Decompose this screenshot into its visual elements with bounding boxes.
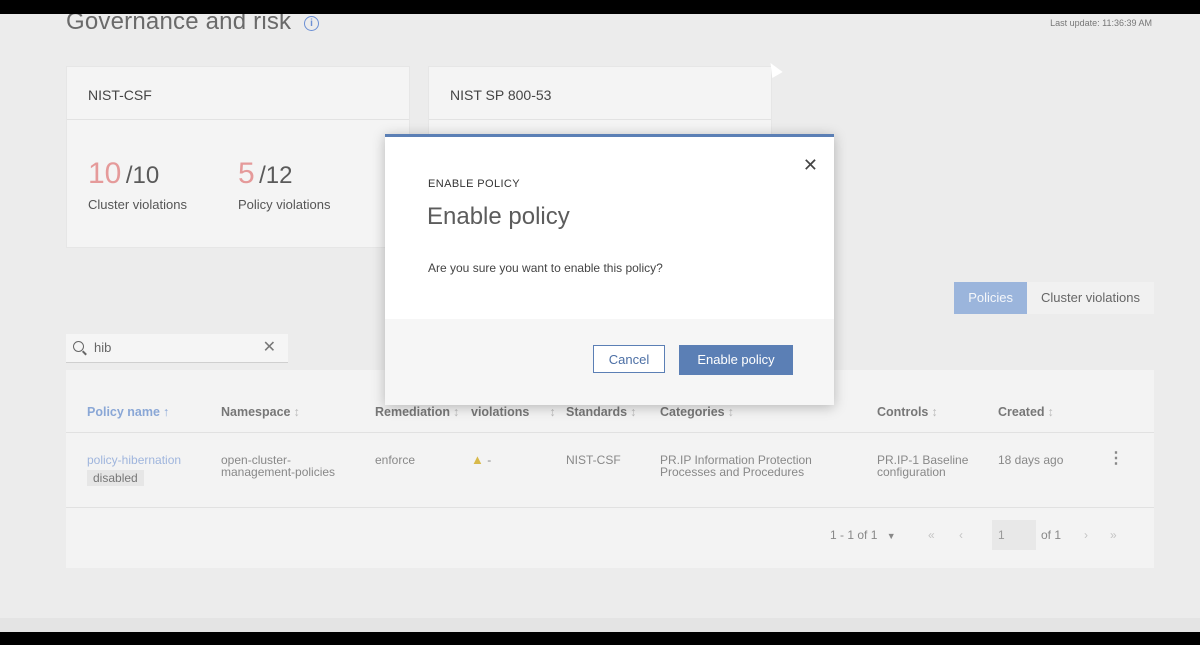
stat-cluster-violations[interactable]: 10 /10 Cluster violations [88,157,187,212]
cell-controls: PR.IP-1 Baseline configuration [877,453,969,479]
table-row-policy: policy-hibernation disabled [87,454,181,486]
kebab-menu-icon[interactable]: ⋮ [1108,448,1124,468]
enable-policy-button[interactable]: Enable policy [679,345,793,375]
col-label: Controls [877,405,929,419]
tab-policies[interactable]: Policies [954,282,1027,314]
tab-cluster-violations[interactable]: Cluster violations [1027,282,1154,314]
stat-den: /12 [259,162,293,189]
col-label: Remediation [375,405,451,419]
cell-categories: PR.IP Information Protection Processes a… [660,453,812,479]
cell-created: 18 days ago [998,453,1064,467]
card-title: NIST-CSF [67,67,409,120]
modal-body: Are you sure you want to enable this pol… [428,261,663,275]
col-label: Namespace [221,405,291,419]
cell-standards: NIST-CSF [566,453,621,467]
col-created[interactable]: Created ↕ [998,405,1054,419]
modal-eyebrow: ENABLE POLICY [428,178,521,190]
prev-page-icon[interactable]: ‹ [959,528,963,542]
caret-down-icon: ▼ [886,531,896,541]
policy-link[interactable]: policy-hibernation [87,454,181,466]
col-label: Policy name [87,405,160,419]
col-violations[interactable]: violations ↕ [471,405,556,419]
enable-policy-modal: ✕ ENABLE POLICY Enable policy Are you su… [385,134,834,405]
last-update: Last update: 11:36:39 AM [1050,18,1152,28]
stat-num: 5 [238,157,255,190]
cell-violations: ▲ - [471,452,492,467]
view-tabs: Policies Cluster violations [954,282,1154,314]
divider [66,507,1154,508]
cell-namespace: open-cluster-management-policies [221,453,336,479]
stat-den: /10 [125,162,160,189]
stat-policy-violations[interactable]: 5 /12 Policy violations [238,157,331,212]
modal-title: Enable policy [427,203,570,230]
col-namespace[interactable]: Namespace ↕ [221,405,300,419]
stat-label: Policy violations [238,197,331,212]
next-page-icon[interactable]: › [1084,528,1088,542]
info-icon[interactable]: i [304,16,319,31]
search-value: hib [94,340,112,355]
cancel-button[interactable]: Cancel [593,345,665,373]
bottom-strip [0,618,1200,632]
col-label: Standards [566,405,628,419]
cell-remediation: enforce [375,453,416,467]
stat-num: 10 [88,157,122,190]
last-page-icon[interactable]: » [1110,528,1117,542]
col-label: violations [471,405,530,419]
page-title: Governance and risk [66,14,292,35]
col-label: Created [998,405,1045,419]
col-remediation[interactable]: Remediation ↕ [375,405,459,419]
nist-csf-card: NIST-CSF 10 /10 Cluster violations 5 /12… [66,66,410,248]
page-of: of 1 [1041,528,1062,542]
modal-footer: Cancel Enable policy [385,319,834,405]
clear-icon[interactable]: ✕ [263,337,276,357]
search-icon [73,341,84,352]
card-title: NIST SP 800-53 [429,67,771,120]
search-input[interactable]: hib ✕ [66,334,288,363]
stat-label: Cluster violations [88,197,187,212]
pagination-range[interactable]: 1 - 1 of 1 ▼ [830,528,896,542]
status-badge: disabled [87,470,144,486]
col-categories[interactable]: Categories ↕ [660,405,734,419]
first-page-icon[interactable]: « [928,528,935,542]
col-policy-name[interactable]: Policy name ↑ [87,405,169,419]
page-number-input[interactable]: 1 [992,520,1036,550]
warning-icon: ▲ [471,452,484,467]
divider [66,432,1154,433]
violations-value: - [487,453,492,467]
col-controls[interactable]: Controls ↕ [877,405,938,419]
col-standards[interactable]: Standards ↕ [566,405,636,419]
col-label: Categories [660,405,725,419]
range-text: 1 - 1 of 1 [830,528,878,542]
close-icon[interactable]: ✕ [803,155,818,176]
